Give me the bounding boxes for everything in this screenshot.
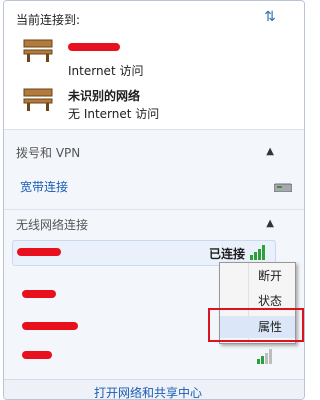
menu-item-disconnect[interactable]: 断开: [220, 265, 295, 287]
redacted-network-name: [68, 43, 120, 51]
current-connections-title: 当前连接到:: [16, 13, 81, 27]
network-bench-icon: [23, 88, 53, 111]
redacted-network-name: [22, 290, 56, 298]
dialup-vpn-section: 拨号和 VPN ▲ 宽带连接: [4, 129, 304, 210]
broadband-connection[interactable]: 宽带连接: [20, 178, 68, 195]
dialup-vpn-title: 拨号和 VPN: [16, 146, 81, 160]
signal-strength-icon: [257, 349, 272, 364]
redacted-network-name: [17, 248, 61, 256]
redacted-network-name: [22, 322, 78, 330]
modem-icon: [274, 183, 292, 192]
open-network-center-link[interactable]: 打开网络和共享中心: [94, 384, 202, 399]
wireless-title: 无线网络连接: [16, 218, 89, 232]
refresh-icon[interactable]: ⇅: [262, 9, 278, 25]
network-2-status: 无 Internet 访问: [68, 107, 160, 121]
signal-strength-icon: [250, 245, 265, 260]
current-connections-section: 当前连接到: ⇅ Internet 访问 未识别的网络 无 Internet 访…: [4, 1, 304, 129]
connection-status: 已连接: [208, 247, 245, 261]
redacted-network-name: [22, 351, 52, 359]
network-2-name: 未识别的网络: [68, 89, 141, 103]
collapse-chevron-icon[interactable]: ▲: [266, 218, 274, 229]
collapse-chevron-icon[interactable]: ▲: [266, 146, 274, 157]
network-bench-icon: [23, 39, 53, 62]
network-1-status: Internet 访问: [68, 64, 144, 78]
highlight-box: [208, 308, 304, 342]
footer: 打开网络和共享中心: [4, 379, 304, 399]
